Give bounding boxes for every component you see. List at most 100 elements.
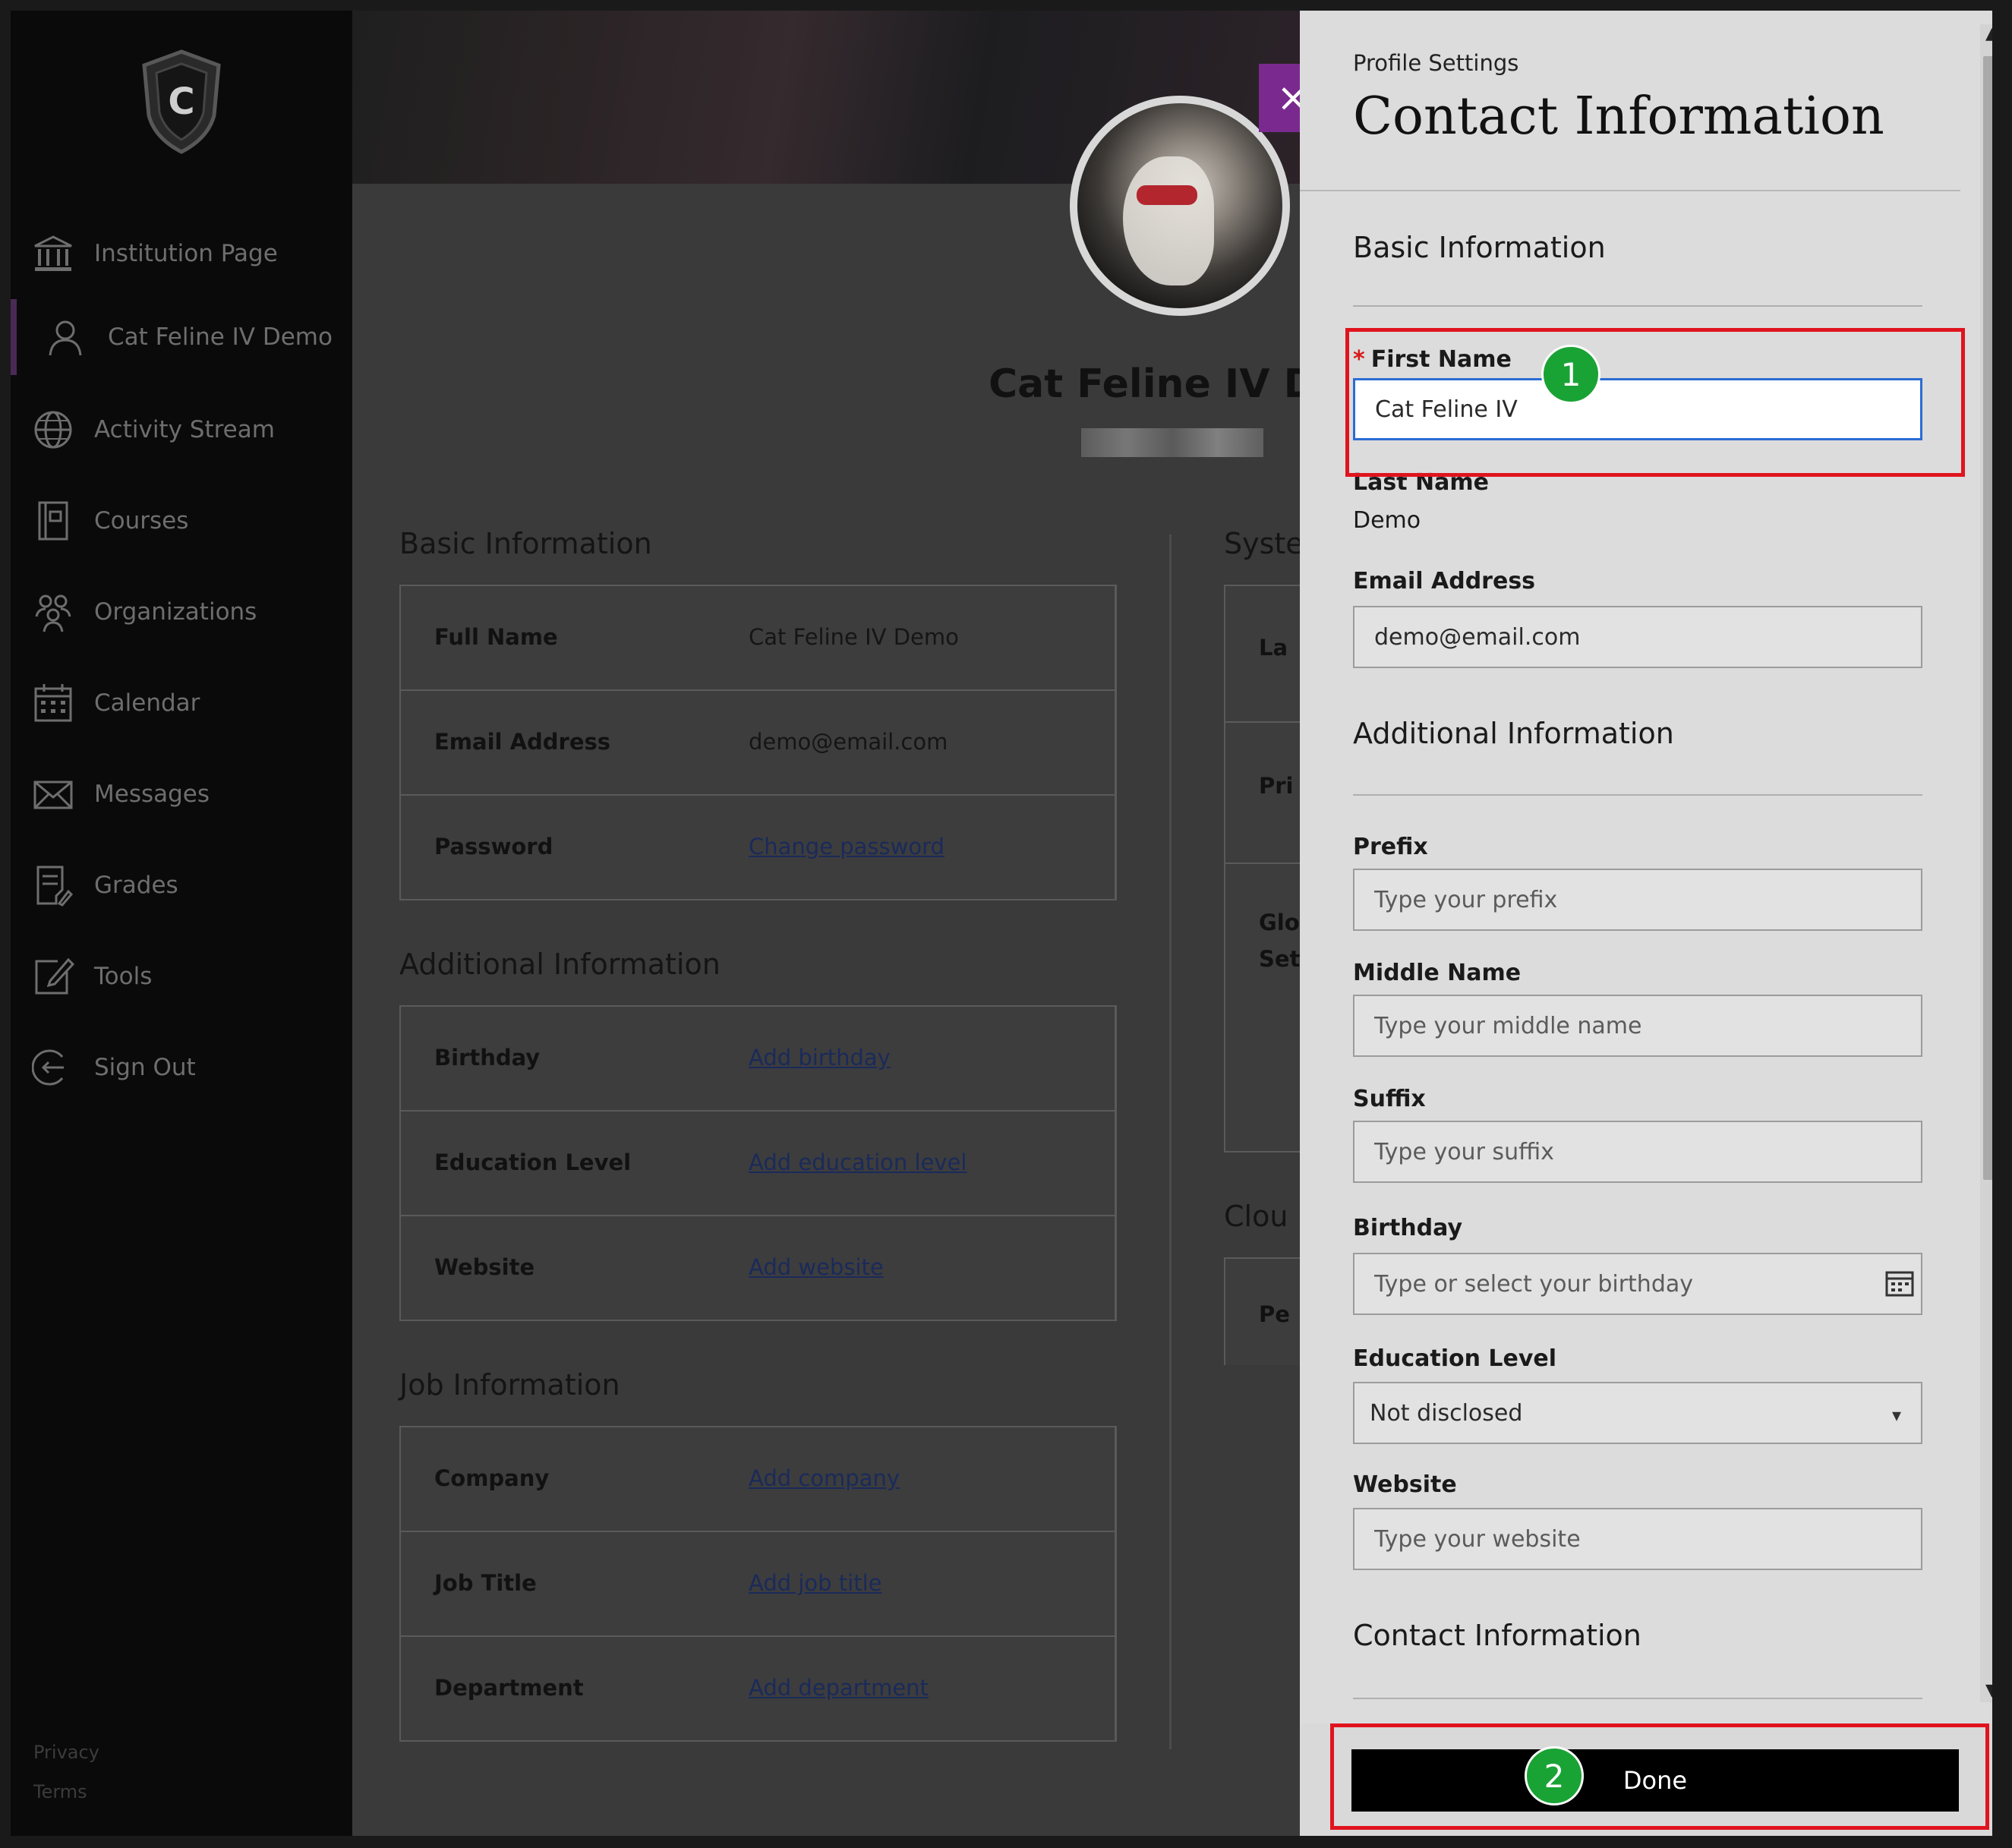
contact-info-panel: Profile Settings Contact Information Bas… (1300, 11, 1992, 1836)
system-settings-heading: Syste (1224, 527, 1304, 560)
people-icon (30, 589, 76, 635)
table-row: Website Add website (401, 1216, 1115, 1320)
additional-info-heading: Additional Information (399, 948, 721, 981)
basic-info-section-heading: Basic Information (1353, 231, 1606, 264)
panel-title: Contact Information (1353, 87, 1884, 147)
step-badge-2: 2 (1525, 1746, 1584, 1805)
sidebar-item-label: Tools (94, 963, 153, 990)
table-row: Email Address demo@email.com (401, 691, 1115, 796)
highlight-first-name (1345, 328, 1965, 477)
chevron-down-icon: ▾ (1892, 1405, 1902, 1426)
scrollbar-thumb[interactable] (1983, 56, 1992, 1180)
sidebar-item-calendar[interactable]: Calendar (11, 665, 352, 741)
basic-info-table: Full Name Cat Feline IV Demo Email Addre… (399, 585, 1117, 900)
job-info-heading: Job Information (399, 1368, 620, 1402)
sidebar-item-activity-stream[interactable]: Activity Stream (11, 392, 352, 468)
scroll-down-icon[interactable]: ▼ (1985, 1681, 1992, 1700)
scroll-up-icon[interactable]: ▲ (1985, 24, 1992, 43)
row-key: La (1259, 635, 1288, 661)
table-row: Full Name Cat Feline IV Demo (401, 586, 1115, 691)
institution-icon (30, 231, 76, 276)
book-icon (30, 498, 76, 544)
middle-name-input[interactable] (1353, 995, 1922, 1057)
sidebar-item-tools[interactable]: Tools (11, 938, 352, 1014)
terms-link[interactable]: Terms (33, 1781, 87, 1802)
sign-out-icon (30, 1045, 76, 1090)
divider (1353, 1698, 1922, 1699)
sidebar-item-label: Grades (94, 872, 178, 899)
grades-icon (30, 863, 76, 908)
suffix-input[interactable] (1353, 1121, 1922, 1183)
panel-content: Profile Settings Contact Information Bas… (1300, 11, 1960, 1836)
add-department-link[interactable]: Add department (749, 1675, 929, 1701)
divider (1353, 305, 1922, 307)
sidebar-item-courses[interactable]: Courses (11, 483, 352, 559)
privacy-link[interactable]: Privacy (33, 1742, 99, 1763)
sidebar-item-profile[interactable]: Cat Feline IV Demo (11, 299, 358, 375)
suffix-label: Suffix (1353, 1086, 1426, 1112)
sidebar: C Institution Page Cat Feline IV Demo Ac… (11, 11, 352, 1836)
education-level-label: Education Level (1353, 1345, 1557, 1372)
table-row: Password Change password (401, 796, 1115, 899)
profile-name: Cat Feline IV De (989, 361, 1344, 407)
sidebar-item-institution-page[interactable]: Institution Page (11, 216, 352, 292)
divider (1300, 190, 1960, 191)
cloud-heading: Clou (1224, 1200, 1288, 1233)
row-key: Email Address (434, 729, 611, 755)
birthday-input[interactable] (1353, 1253, 1922, 1315)
sidebar-item-messages[interactable]: Messages (11, 756, 352, 832)
row-key: Department (434, 1675, 584, 1701)
row-value: demo@email.com (749, 729, 948, 755)
table-row: Birthday Add birthday (401, 1007, 1115, 1112)
table-row: Department Add department (401, 1637, 1115, 1740)
additional-info-table: Birthday Add birthday Education Level Ad… (399, 1005, 1117, 1321)
contact-info-section-heading: Contact Information (1353, 1619, 1641, 1652)
email-label: Email Address (1353, 568, 1536, 594)
last-name-value: Demo (1353, 507, 1421, 534)
calendar-icon[interactable] (1884, 1268, 1915, 1298)
row-key: Glo (1259, 910, 1300, 935)
step-badge-1: 1 (1541, 345, 1600, 404)
profile-subtitle-redacted (1081, 428, 1263, 457)
email-input[interactable] (1353, 606, 1922, 668)
birthday-label: Birthday (1353, 1215, 1462, 1241)
row-key: Website (434, 1254, 535, 1280)
change-password-link[interactable]: Change password (749, 834, 945, 859)
sidebar-item-sign-out[interactable]: Sign Out (11, 1030, 352, 1105)
shield-logo-icon[interactable]: C (140, 49, 223, 155)
add-job-title-link[interactable]: Add job title (749, 1570, 882, 1596)
column-divider (1169, 535, 1172, 1749)
divider (1353, 794, 1922, 796)
add-company-link[interactable]: Add company (749, 1465, 900, 1491)
website-label: Website (1353, 1471, 1457, 1498)
basic-info-heading: Basic Information (399, 527, 652, 560)
table-row: Company Add company (401, 1427, 1115, 1532)
sidebar-item-organizations[interactable]: Organizations (11, 574, 352, 650)
prefix-input[interactable] (1353, 869, 1922, 931)
avatar[interactable] (1070, 96, 1290, 316)
add-website-link[interactable]: Add website (749, 1254, 884, 1280)
row-key: Full Name (434, 624, 558, 650)
row-key: Pri (1259, 773, 1294, 799)
sidebar-item-grades[interactable]: Grades (11, 847, 352, 923)
additional-info-section-heading: Additional Information (1353, 717, 1674, 750)
education-level-select[interactable]: Not disclosed (1353, 1382, 1922, 1444)
sidebar-item-label: Cat Feline IV Demo (108, 323, 333, 351)
globe-icon (30, 407, 76, 453)
breadcrumb: Profile Settings (1353, 50, 1519, 76)
sidebar-item-label: Courses (94, 507, 189, 535)
row-key: Pe (1259, 1301, 1290, 1327)
add-education-level-link[interactable]: Add education level (749, 1149, 967, 1175)
row-value: Cat Feline IV Demo (749, 624, 959, 650)
calendar-icon (30, 680, 76, 726)
table-row: Education Level Add education level (401, 1112, 1115, 1216)
envelope-icon (30, 771, 76, 817)
highlight-done (1330, 1723, 1989, 1830)
row-key: Password (434, 834, 553, 859)
sidebar-item-label: Institution Page (94, 240, 278, 267)
add-birthday-link[interactable]: Add birthday (749, 1045, 891, 1071)
row-key: Company (434, 1465, 550, 1491)
sidebar-item-label: Messages (94, 781, 210, 808)
row-key: Job Title (434, 1570, 537, 1596)
website-input[interactable] (1353, 1508, 1922, 1570)
